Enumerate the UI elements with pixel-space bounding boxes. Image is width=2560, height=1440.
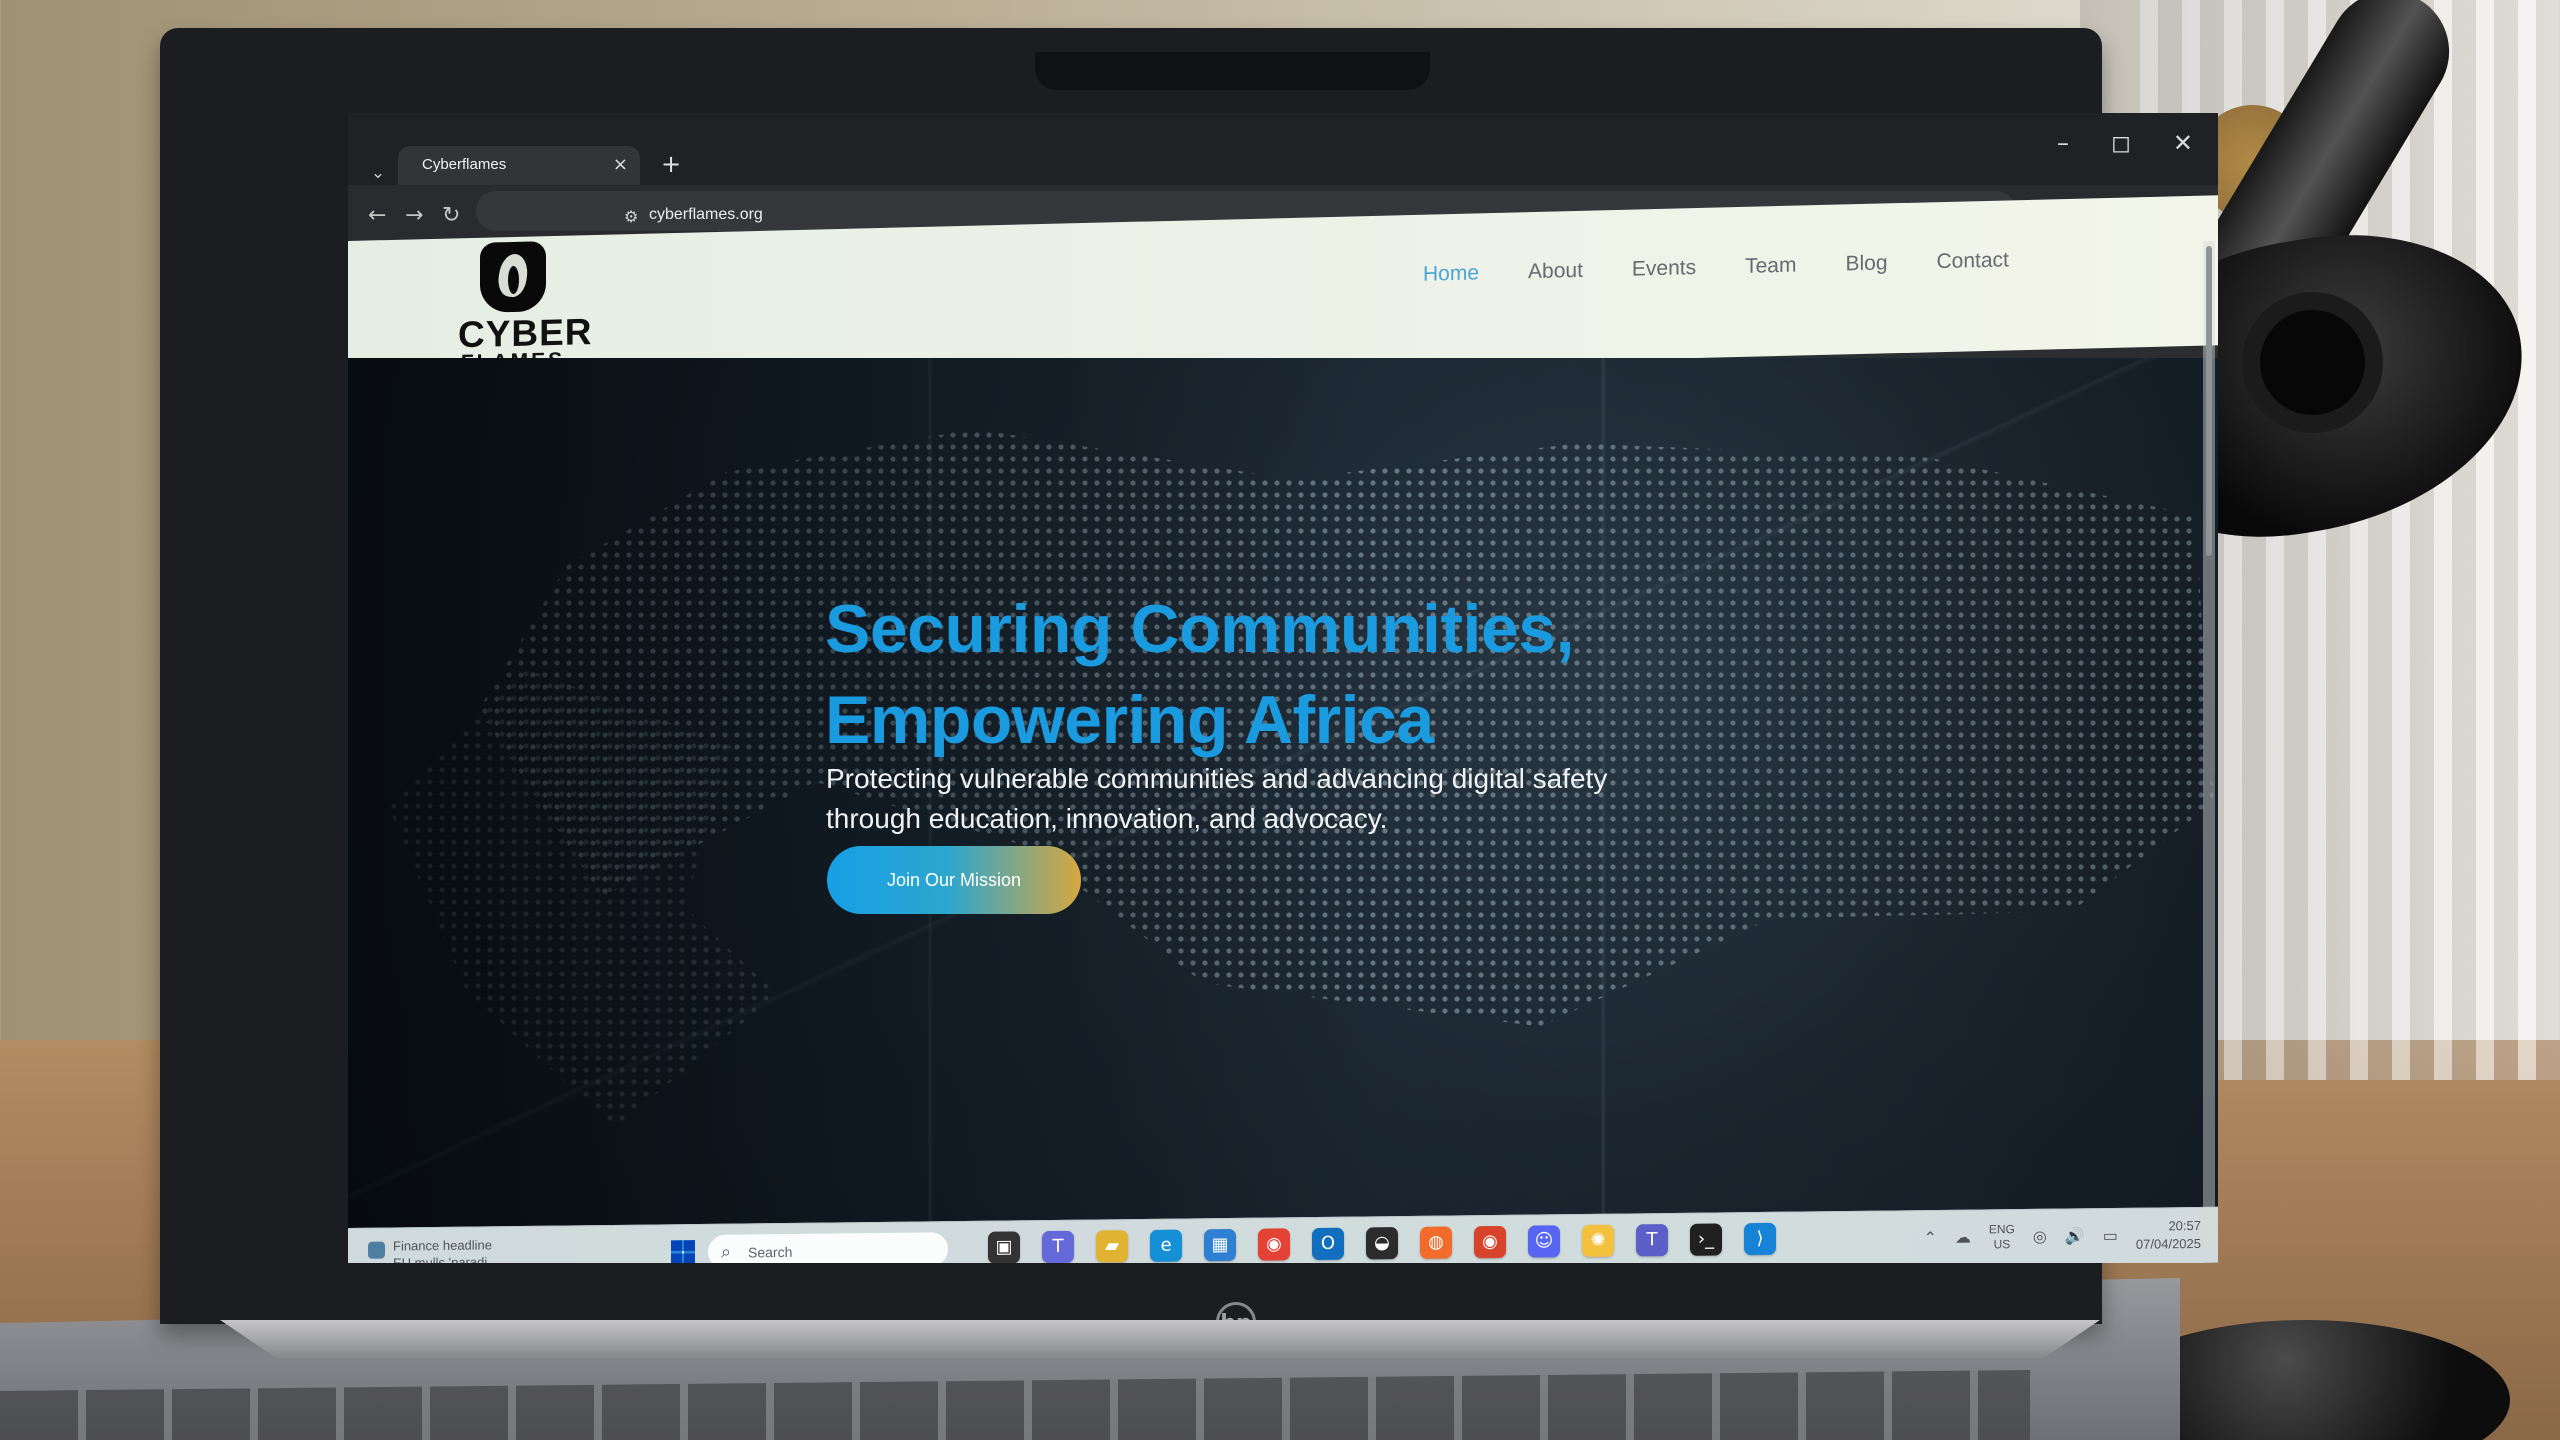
laptop-display: ⌄ Cyberflames × + – ◻ ✕ ← → ↻ ⚙ cyberfla… — [348, 113, 2218, 1263]
laptop-screen-frame: ⌄ Cyberflames × + – ◻ ✕ ← → ↻ ⚙ cyberfla… — [160, 28, 2218, 1342]
battery-icon[interactable]: ▭ — [2103, 1226, 2118, 1246]
discord-icon[interactable]: ☺ — [1528, 1225, 1560, 1258]
hero-section: Securing Communities, Empowering Africa … — [348, 358, 2218, 1263]
tab-search-icon[interactable]: ⌄ — [366, 161, 390, 185]
window-controls: – ◻ ✕ — [2057, 129, 2193, 157]
nav-events[interactable]: Events — [1632, 256, 1696, 282]
nav-home[interactable]: Home — [1423, 261, 1479, 286]
scrollbar-thumb[interactable] — [2206, 246, 2212, 556]
url-text[interactable]: cyberflames.org — [649, 206, 763, 224]
news-widget-text: Finance headline EU mulls 'paradi... — [393, 1236, 498, 1263]
hero-title-line-1: Securing Communities, — [825, 590, 1574, 667]
nav-contact[interactable]: Contact — [1937, 248, 2009, 274]
store-icon[interactable]: ▦ — [1204, 1228, 1236, 1262]
hero-subtitle-line-2: through education, innovation, and advoc… — [826, 803, 1388, 834]
taskbar-apps: ▣ T ▰ e ▦ ◉ O ◒ ◍ ◉ ☺ ✺ T ›_ ⟩ — [988, 1222, 1776, 1263]
news-subtitle: EU mulls 'paradi... — [393, 1254, 499, 1263]
taskbar-search[interactable]: ⌕ Search — [708, 1232, 948, 1263]
firefox-icon[interactable]: ◍ — [1420, 1226, 1452, 1259]
logo-main-text: CYBER — [458, 311, 593, 356]
language-code: ENG — [1988, 1222, 2015, 1237]
linux-icon[interactable]: ◒ — [1366, 1227, 1398, 1260]
keyboard-region: US — [1993, 1237, 2011, 1252]
maximize-icon[interactable]: ◻ — [2111, 129, 2131, 157]
folder-icon[interactable]: ▰ — [1096, 1230, 1128, 1263]
page-scrollbar[interactable] — [2203, 241, 2215, 1246]
minimize-icon[interactable]: – — [2057, 129, 2069, 157]
teams-icon-2[interactable]: T — [1636, 1224, 1668, 1257]
network-icon[interactable]: ◎ — [2033, 1227, 2047, 1247]
close-tab-icon[interactable]: × — [613, 154, 628, 175]
system-tray: ⌃ ☁ ENG US ◎ 🔊 ▭ 20:57 07/04/2025 — [1923, 1217, 2201, 1256]
cyber-flames-logo[interactable]: CYBER FLAMES — [458, 241, 593, 374]
teams-icon[interactable]: T — [1042, 1230, 1074, 1263]
webcam-notch — [1035, 52, 1430, 90]
time-text: 20:57 — [2168, 1217, 2201, 1234]
forward-arrow-icon[interactable]: → — [405, 203, 423, 228]
news-icon — [368, 1241, 385, 1259]
desk-lamp-ring — [2260, 310, 2365, 415]
chrome-icon[interactable]: ◉ — [1258, 1228, 1290, 1261]
nav-team[interactable]: Team — [1745, 254, 1796, 279]
site-settings-icon[interactable]: ⚙ — [624, 207, 638, 226]
join-mission-button[interactable]: Join Our Mission — [827, 846, 1081, 914]
close-window-icon[interactable]: ✕ — [2173, 129, 2193, 157]
outlook-icon[interactable]: O — [1312, 1227, 1344, 1261]
search-label: Search — [748, 1243, 793, 1261]
nav-about[interactable]: About — [1528, 259, 1583, 284]
date-text: 07/04/2025 — [2135, 1235, 2201, 1252]
hero-subtitle-line-1: Protecting vulnerable communities and ad… — [826, 763, 1608, 794]
cloud-icon[interactable]: ☁ — [1955, 1228, 1971, 1248]
new-tab-button[interactable]: + — [661, 150, 681, 178]
explorer-icon[interactable]: ▣ — [988, 1231, 1020, 1263]
browser-tab-bar: ⌄ Cyberflames × + – ◻ ✕ — [348, 113, 2218, 185]
nav-blog[interactable]: Blog — [1845, 251, 1887, 276]
sun-icon[interactable]: ✺ — [1582, 1224, 1614, 1258]
reload-icon[interactable]: ↻ — [442, 203, 460, 228]
vscode-icon[interactable]: ⟩ — [1744, 1222, 1776, 1256]
news-title: Finance headline — [393, 1237, 493, 1254]
hero-subtitle: Protecting vulnerable communities and ad… — [826, 759, 1666, 839]
hero-title-line-2: Empowering Africa — [825, 681, 1434, 758]
back-arrow-icon[interactable]: ← — [368, 203, 386, 228]
terminal-icon[interactable]: ›_ — [1690, 1223, 1722, 1256]
volume-icon[interactable]: 🔊 — [2065, 1226, 2085, 1246]
hero-title: Securing Communities, Empowering Africa — [825, 584, 1685, 766]
news-widget[interactable]: Finance headline EU mulls 'paradi... — [368, 1236, 498, 1263]
edge-icon[interactable]: e — [1150, 1229, 1182, 1262]
laptop-hinge — [220, 1320, 2100, 1358]
main-navigation: Home About Events Team Blog Contact — [1423, 248, 2009, 286]
tab-title: Cyberflames — [422, 156, 507, 173]
taskbar-clock[interactable]: 20:57 07/04/2025 — [2136, 1217, 2201, 1254]
language-indicator[interactable]: ENG US — [1989, 1222, 2015, 1252]
show-hidden-icons-icon[interactable]: ⌃ — [1923, 1228, 1936, 1248]
flame-shield-icon — [480, 241, 546, 313]
chrome-icon-2[interactable]: ◉ — [1474, 1225, 1506, 1259]
windows-start-icon[interactable] — [671, 1240, 695, 1263]
active-tab[interactable]: Cyberflames × — [398, 146, 640, 185]
search-icon: ⌕ — [721, 1241, 732, 1262]
